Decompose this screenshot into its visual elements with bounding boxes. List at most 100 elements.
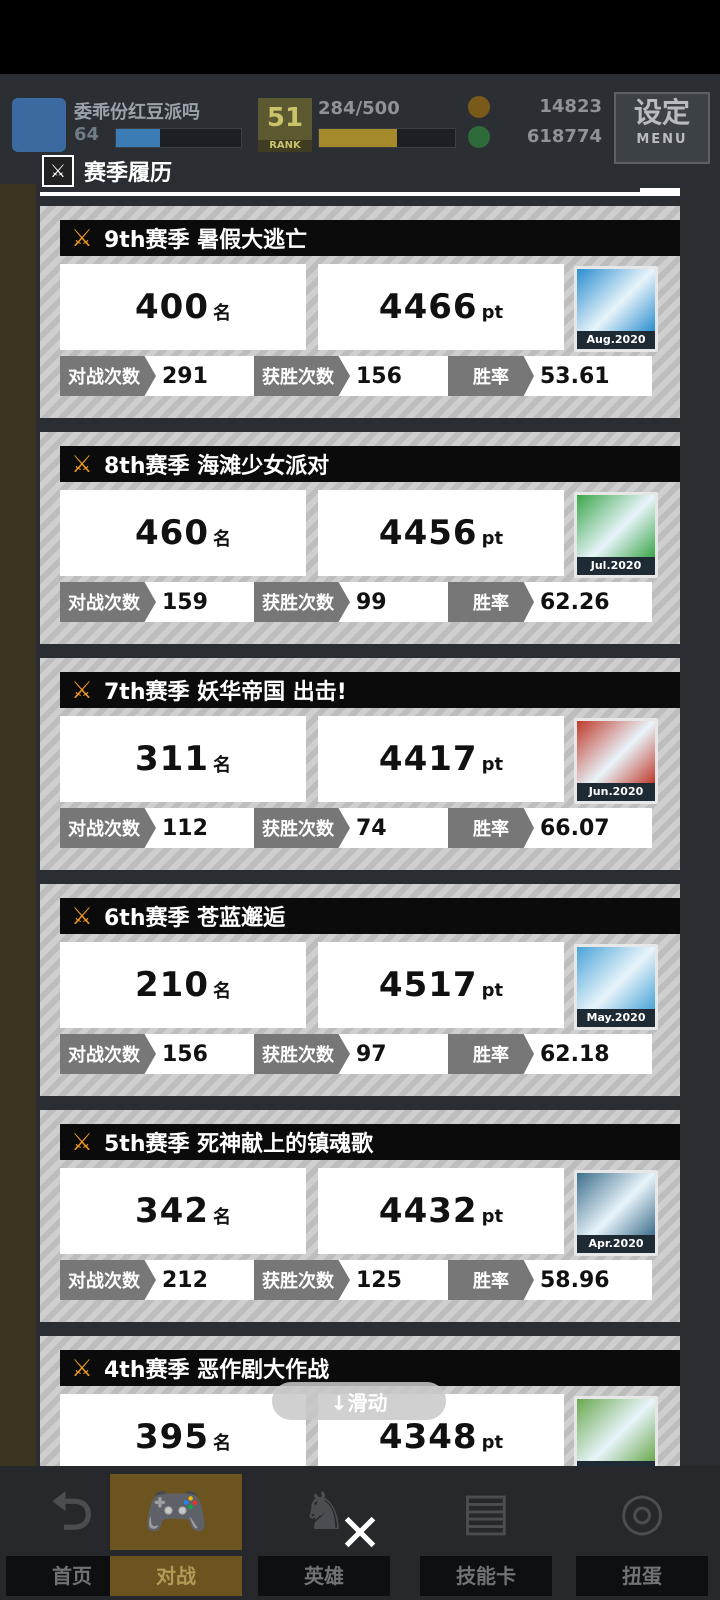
win-rate-label: 胜率 <box>448 356 534 396</box>
card-icon: ▤ <box>461 1482 511 1542</box>
wins-label: 获胜次数 <box>254 356 350 396</box>
wins-label: 获胜次数 <box>254 1034 350 1074</box>
exp-progress-bar <box>318 128 456 148</box>
rank-badge: 51 RANK <box>258 98 312 152</box>
points-value: 4456 <box>378 513 478 553</box>
status-bar <box>0 0 720 74</box>
season-rank: 342 名 <box>60 1168 306 1254</box>
panel-title: 赛季履历 <box>84 161 173 186</box>
rank-unit: 名 <box>212 1207 231 1228</box>
season-history-list[interactable]: ⚔ 9th赛季 暑假大逃亡 400 名 4466 pt Aug.2020 对战次… <box>40 206 680 1466</box>
nav-battle[interactable]: 🎮 对战 <box>104 1474 248 1596</box>
season-card: ⚔ 7th赛季 妖华帝国 出击! 311 名 4417 pt Jun.2020 … <box>40 658 680 870</box>
rank-value: 342 <box>135 1191 209 1231</box>
rank-unit: 名 <box>212 529 231 550</box>
gacha-icon: ◎ <box>619 1482 665 1542</box>
rank-value: 311 <box>135 739 209 779</box>
nav-gacha[interactable]: ◎ 扭蛋 <box>570 1474 714 1596</box>
stat-battles: 对战次数 212 <box>60 1260 254 1300</box>
close-icon[interactable]: ✕ <box>334 1508 386 1560</box>
nav-gacha-label: 扭蛋 <box>576 1556 708 1596</box>
season-title: 4th赛季 恶作剧大作战 <box>104 1358 330 1383</box>
stat-battles: 对战次数 291 <box>60 356 254 396</box>
season-rank: 395 名 <box>60 1394 306 1466</box>
crossed-swords-icon: ⚔ <box>42 155 74 187</box>
points-unit: pt <box>481 1431 504 1453</box>
win-rate-label: 胜率 <box>448 582 534 622</box>
rank-value: 210 <box>135 965 209 1005</box>
stat-win-rate: 胜率 62.26 <box>448 582 652 622</box>
points-value: 4417 <box>378 739 478 779</box>
points-unit: pt <box>481 753 504 775</box>
rank-label: RANK <box>258 140 312 152</box>
menu-button-label: 设定 <box>633 96 690 129</box>
season-header: ⚔ 8th赛季 海滩少女派对 <box>60 446 680 482</box>
wins-label: 获胜次数 <box>254 582 350 622</box>
season-badge-art <box>577 269 655 331</box>
stat-wins: 获胜次数 156 <box>254 356 448 396</box>
win-rate-value: 62.18 <box>540 1041 610 1067</box>
win-rate-value: 62.26 <box>540 589 610 615</box>
rank-value: 460 <box>135 513 209 553</box>
season-title: 9th赛季 暑假大逃亡 <box>104 228 308 253</box>
badge-date: May.2020 <box>577 1009 655 1027</box>
win-rate-value: 58.96 <box>540 1267 610 1293</box>
stat-win-rate: 胜率 62.18 <box>448 1034 652 1074</box>
rank-unit: 名 <box>212 755 231 776</box>
player-level: 64 <box>74 124 100 145</box>
backdrop-accent <box>0 184 36 1474</box>
crossed-swords-icon: ⚔ <box>71 676 93 704</box>
nav-skill-card[interactable]: ▤ 技能卡 <box>414 1474 558 1596</box>
battles-label: 对战次数 <box>60 1260 156 1300</box>
stat-wins: 获胜次数 125 <box>254 1260 448 1300</box>
season-badge-art <box>577 947 655 1009</box>
wins-value: 74 <box>356 815 387 841</box>
crossed-swords-icon: ⚔ <box>71 902 93 930</box>
rank-number: 51 <box>266 103 304 133</box>
wins-value: 125 <box>356 1267 402 1293</box>
season-points: 4466 pt <box>318 264 564 350</box>
points-unit: pt <box>481 979 504 1001</box>
season-rank: 210 名 <box>60 942 306 1028</box>
wins-value: 99 <box>356 589 387 615</box>
menu-button-sublabel: MENU <box>636 132 688 147</box>
battles-label: 对战次数 <box>60 808 156 848</box>
crossed-swords-icon: ⚔ <box>71 450 93 478</box>
gem-icon <box>468 126 490 148</box>
season-title: 5th赛季 死神献上的镇魂歌 <box>104 1132 374 1157</box>
stat-wins: 获胜次数 74 <box>254 808 448 848</box>
crossed-swords-icon: ⚔ <box>71 1128 93 1156</box>
season-badge: Aug.2020 <box>574 266 658 352</box>
exp-counter: 284/500 <box>318 98 400 119</box>
season-card: ⚔ 6th赛季 苍蓝邂逅 210 名 4517 pt May.2020 对战次数… <box>40 884 680 1096</box>
season-points: 4432 pt <box>318 1168 564 1254</box>
season-badge <box>574 1396 658 1466</box>
stat-battles: 对战次数 159 <box>60 582 254 622</box>
battles-value: 159 <box>162 589 208 615</box>
win-rate-value: 66.07 <box>540 815 610 841</box>
season-badge: Jul.2020 <box>574 492 658 578</box>
battles-label: 对战次数 <box>60 356 156 396</box>
rank-unit: 名 <box>212 1433 231 1454</box>
stat-win-rate: 胜率 53.61 <box>448 356 652 396</box>
points-unit: pt <box>481 527 504 549</box>
level-progress-bar <box>115 128 242 148</box>
points-value: 4432 <box>378 1191 478 1231</box>
wins-value: 97 <box>356 1041 387 1067</box>
season-rank: 311 名 <box>60 716 306 802</box>
wins-value: 156 <box>356 363 402 389</box>
player-avatar[interactable] <box>12 98 66 152</box>
badge-date: Jun.2020 <box>577 783 655 801</box>
season-card: ⚔ 8th赛季 海滩少女派对 460 名 4456 pt Jul.2020 对战… <box>40 432 680 644</box>
player-name: 委乖份红豆派吗 <box>74 102 200 123</box>
points-value: 4466 <box>378 287 478 327</box>
nav-skill-card-label: 技能卡 <box>420 1556 552 1596</box>
level-progress-fill <box>116 129 160 147</box>
season-rank: 400 名 <box>60 264 306 350</box>
stat-win-rate: 胜率 58.96 <box>448 1260 652 1300</box>
badge-date: Aug.2020 <box>577 331 655 349</box>
season-card: ⚔ 9th赛季 暑假大逃亡 400 名 4466 pt Aug.2020 对战次… <box>40 206 680 418</box>
badge-date: Apr.2020 <box>577 1235 655 1253</box>
exp-progress-fill <box>319 129 397 147</box>
menu-button[interactable]: 设定 MENU <box>614 92 710 164</box>
